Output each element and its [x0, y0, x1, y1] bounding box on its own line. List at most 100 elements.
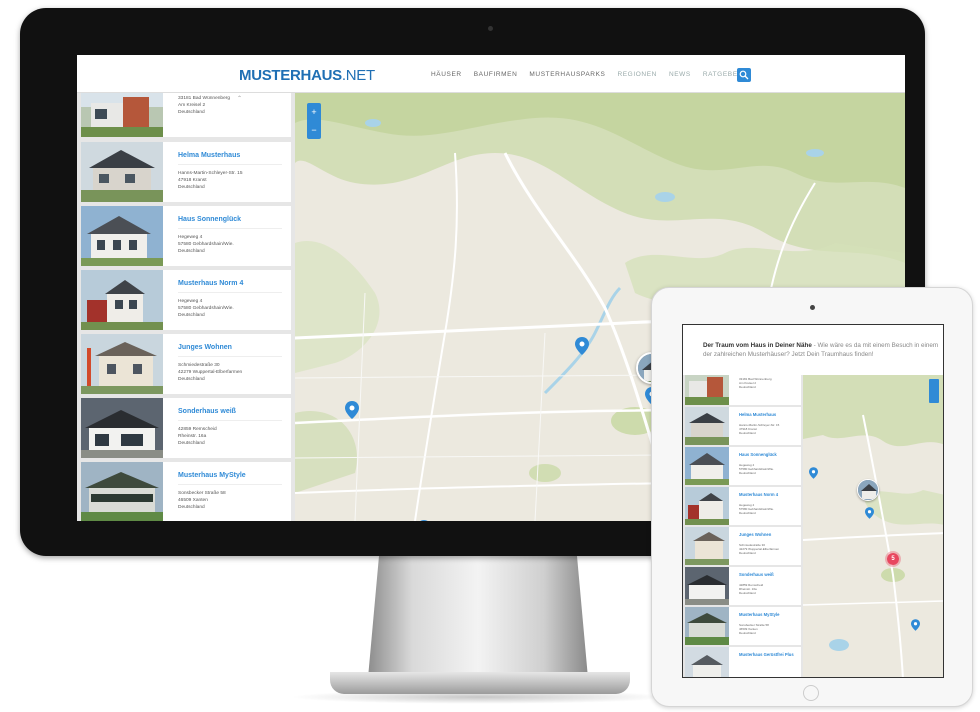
ipad-screen: Der Traum vom Haus in Deiner Nähe - Wie … [682, 324, 944, 678]
map-pin-icon[interactable] [345, 401, 359, 419]
logo-text: MUSTERHAUS [239, 67, 342, 84]
search-icon [739, 70, 749, 80]
device-mockup: MUSTERHAUS.NET HÄUSER BAUFIRMEN MUSTERHA… [0, 0, 980, 712]
nav-item-haeuser[interactable]: HÄUSER [431, 71, 462, 78]
intro-text: Der Traum vom Haus in Deiner Nähe - Wie … [703, 341, 939, 359]
house-thumbnail [685, 407, 729, 445]
house-address: 42859 Remscheid Rheinstr. 16a Deutschlan… [178, 427, 217, 446]
house-thumbnail [685, 527, 729, 565]
house-name[interactable]: Helma Musterhaus [178, 152, 240, 159]
divider [178, 292, 282, 293]
list-item[interactable]: Sonderhaus weiß 42859 Remscheid Rheinstr… [81, 398, 291, 458]
house-name[interactable]: Junges Wohnen [178, 344, 232, 351]
house-thumbnail [81, 270, 163, 330]
house-thumbnail [81, 462, 163, 521]
intro-headline: Der Traum vom Haus in Deiner Nähe [703, 342, 812, 349]
house-address: Hanns-Martin-Schleyer-Str. 15 47918 Kran… [178, 171, 243, 190]
imac-stand-foot [330, 672, 630, 694]
house-name[interactable]: Haus Sonnenglück [739, 452, 777, 457]
house-address: Schmiedestraße 30 42279 Wuppertal-Elberfa… [739, 543, 780, 556]
zoom-control: + − [307, 103, 321, 139]
ipad-home-button [803, 685, 819, 701]
list-item[interactable]: Musterhaus Gerüstfrei Plus [685, 647, 801, 677]
map-pin-icon[interactable] [575, 337, 589, 355]
divider [178, 484, 282, 485]
house-address: Hanns-Martin-Schleyer-Str. 15 47918 Krans… [739, 423, 780, 436]
logo-suffix: .NET [341, 67, 375, 84]
list-item[interactable]: Junges Wohnen Schmiedestraße 30 42279 Wu… [81, 334, 291, 394]
list-item[interactable]: Musterhaus Norm 4 Hegeweg 4 57580 Gebhard… [685, 487, 801, 525]
map-tiles [803, 375, 943, 677]
house-address: Hegeweg 4 57580 Gebhardshain/Wie. Deutsc… [178, 235, 234, 254]
list-item[interactable]: Helma Musterhaus Hanns-Martin-Schleyer-S… [81, 142, 291, 202]
house-address: 42859 Remscheid Rheinstr. 16a Deutschland [739, 583, 764, 596]
search-button[interactable] [737, 68, 751, 82]
map-pin-icon[interactable] [417, 520, 431, 521]
house-name[interactable]: Sonderhaus weiß [178, 408, 236, 415]
list-item[interactable]: Musterhaus Norm 4 Hegeweg 4 57580 Gebhar… [81, 270, 291, 330]
nav-item-musterhausparks[interactable]: MUSTERHAUSPARKS [529, 71, 605, 78]
scroll-up-icon[interactable]: ⌃ [237, 95, 242, 102]
nav-item-news[interactable]: NEWS [669, 71, 691, 78]
list-item[interactable]: Musterhaus MyStyle Sonsbecker Straße 58 4… [685, 607, 801, 645]
divider [178, 164, 282, 165]
house-thumbnail [81, 142, 163, 202]
ipad-map-view[interactable]: 5 [803, 375, 943, 677]
house-name[interactable]: Junges Wohnen [739, 532, 771, 537]
divider [178, 228, 282, 229]
house-thumbnail [685, 607, 729, 645]
house-thumbnail [81, 398, 163, 458]
list-item[interactable]: Haus Sonnenglück Hegeweg 4 57580 Gebhard… [81, 206, 291, 266]
house-name[interactable]: Musterhaus Norm 4 [178, 280, 243, 287]
house-address: Hegeweg 4 57580 Gebhardshain/Wie. Deutsc… [178, 299, 234, 318]
house-listing[interactable]: 33181 Bad Wünnenberg Am Kreisel 2 Deutsc… [77, 93, 295, 521]
site-logo[interactable]: MUSTERHAUS.NET [239, 67, 375, 84]
house-address: Sonsbecker Straße 58 46509 Xanten Deutschl… [739, 623, 769, 636]
house-name[interactable]: Sonderhaus weiß [739, 572, 774, 577]
house-address: Schmiedestraße 30 42279 Wuppertal-Elberf… [178, 363, 243, 382]
house-thumbnail [81, 206, 163, 266]
house-address: 33181 Bad Wünnenberg Am Kreisel 2 Deutschl… [739, 377, 772, 390]
map-pin-icon[interactable] [911, 619, 920, 631]
map-cluster-marker[interactable]: 5 [885, 551, 901, 567]
ipad-zoom-control[interactable] [929, 379, 939, 403]
house-name[interactable]: Musterhaus Gerüstfrei Plus [739, 652, 794, 657]
list-item[interactable]: Junges Wohnen Schmiedestraße 30 42279 Wup… [685, 527, 801, 565]
map-pin-icon[interactable] [865, 507, 874, 519]
house-thumbnail [685, 447, 729, 485]
house-thumbnail [685, 567, 729, 605]
house-thumbnail [81, 334, 163, 394]
house-address: 33181 Bad Wünnenberg Am Kreisel 2 Deutsc… [178, 96, 231, 115]
nav-item-baufirmen[interactable]: BAUFIRMEN [474, 71, 518, 78]
house-thumbnail [685, 647, 729, 677]
house-photo-marker[interactable] [857, 479, 879, 501]
house-name[interactable]: Haus Sonnenglück [178, 216, 241, 223]
house-address: Hegeweg 4 57580 Gebhardshain/Wie. Deutschl… [739, 503, 774, 516]
ipad-camera-icon [810, 305, 815, 310]
house-name[interactable]: Musterhaus MyStyle [739, 612, 780, 617]
house-name[interactable]: Helma Musterhaus [739, 412, 776, 417]
ipad-frame: Der Traum vom Haus in Deiner Nähe - Wie … [651, 287, 973, 707]
house-name[interactable]: Musterhaus Norm 4 [739, 492, 778, 497]
list-item[interactable]: Sonderhaus weiß 42859 Remscheid Rheinstr.… [685, 567, 801, 605]
list-item[interactable]: Helma Musterhaus Hanns-Martin-Schleyer-S… [685, 407, 801, 445]
house-name[interactable]: Musterhaus MyStyle [178, 472, 246, 479]
divider [178, 356, 282, 357]
list-item[interactable]: Musterhaus MyStyle Sonsbecker Straße 58 … [81, 462, 291, 521]
nav-item-regionen[interactable]: REGIONEN [617, 71, 656, 78]
house-thumbnail [685, 375, 729, 405]
divider [178, 420, 282, 421]
zoom-out-button[interactable]: − [307, 121, 321, 139]
map-pin-icon[interactable] [809, 467, 818, 479]
house-thumbnail [81, 93, 163, 137]
site-header: MUSTERHAUS.NET HÄUSER BAUFIRMEN MUSTERHA… [77, 55, 905, 93]
main-nav: HÄUSER BAUFIRMEN MUSTERHAUSPARKS REGIONE… [431, 71, 743, 78]
list-item[interactable]: 33181 Bad Wünnenberg Am Kreisel 2 Deutschl… [685, 375, 801, 405]
zoom-in-button[interactable]: + [307, 103, 321, 121]
list-item[interactable]: Haus Sonnenglück Hegeweg 4 57580 Gebhards… [685, 447, 801, 485]
imac-stand-neck [368, 556, 588, 678]
list-item[interactable]: 33181 Bad Wünnenberg Am Kreisel 2 Deutsc… [81, 93, 291, 137]
house-address: Hegeweg 4 57580 Gebhardshain/Wie. Deutschl… [739, 463, 774, 476]
ipad-house-listing[interactable]: 33181 Bad Wünnenberg Am Kreisel 2 Deutschl… [683, 375, 803, 677]
house-address: Sonsbecker Straße 58 46509 Xanten Deutsc… [178, 491, 226, 510]
